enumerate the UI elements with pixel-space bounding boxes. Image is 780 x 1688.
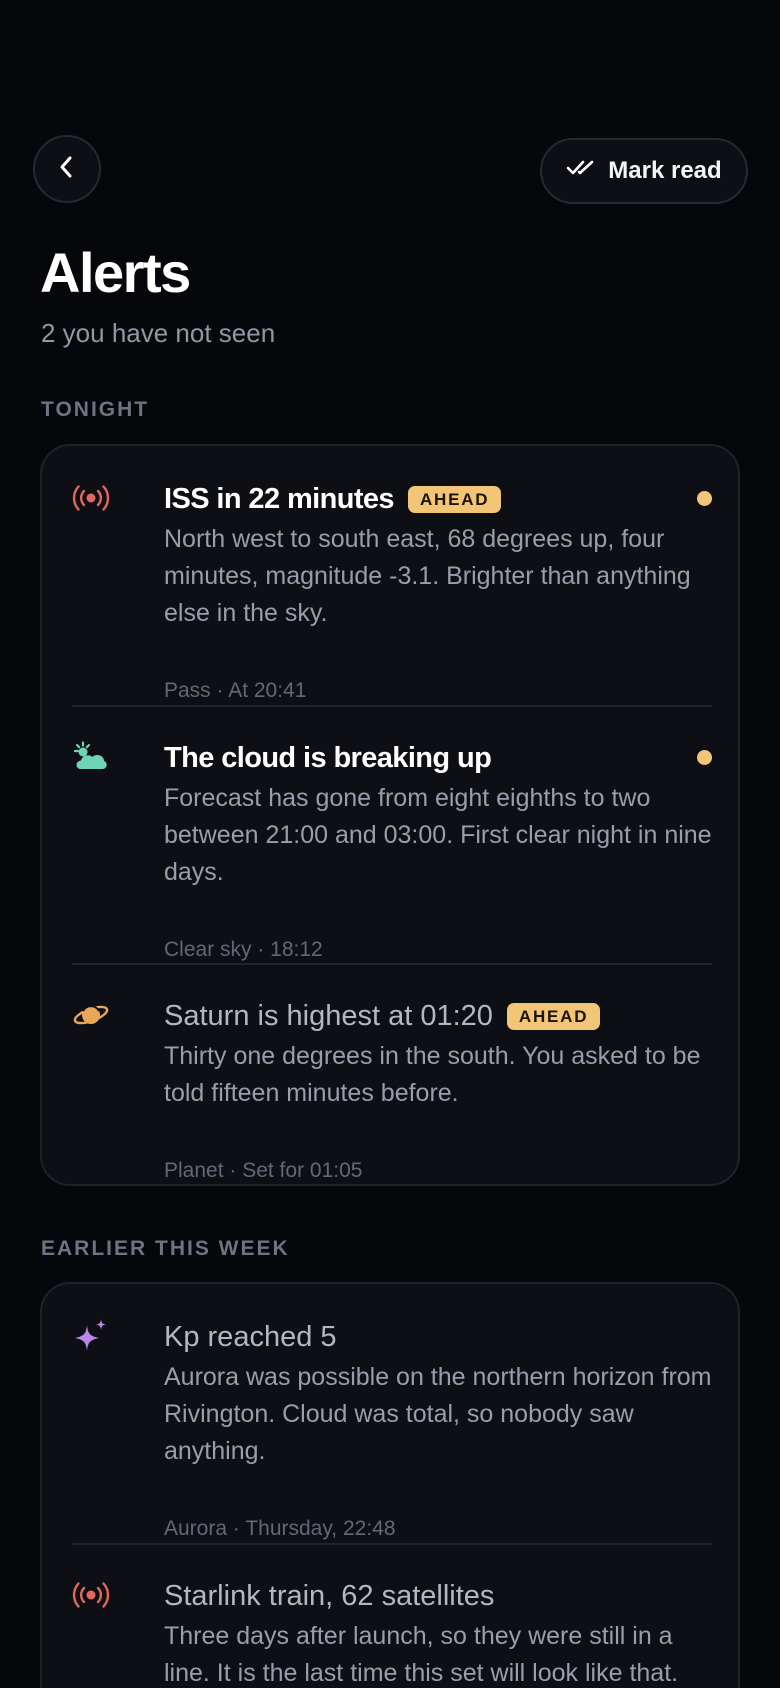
alert-body: Three days after launch, so they were st… (164, 1622, 679, 1687)
unread-dot (697, 491, 712, 506)
alert-item[interactable]: ISS in 22 minutes AHEAD North west to so… (72, 479, 712, 702)
sparkle-icon (72, 1317, 110, 1355)
alert-title: Kp reached 5 (164, 1321, 337, 1353)
alerts-card-tonight: ISS in 22 minutes AHEAD North west to so… (40, 444, 740, 1186)
cloud-sun-icon (72, 738, 110, 776)
chevron-left-icon (54, 154, 80, 185)
alerts-card-earlier: Kp reached 5 Aurora was possible on the … (40, 1282, 740, 1688)
unread-dot (697, 750, 712, 765)
alert-title: The cloud is breaking up (164, 742, 492, 774)
alert-item[interactable]: The cloud is breaking up Forecast has go… (72, 738, 712, 961)
status-badge: AHEAD (407, 485, 502, 513)
mark-read-label: Mark read (608, 157, 722, 184)
alert-item[interactable]: Starlink train, 62 satellites Three days… (72, 1576, 710, 1688)
section-label-earlier: EARLIER THIS WEEK (41, 1237, 290, 1260)
alert-body: Aurora was possible on the northern hori… (164, 1363, 712, 1465)
back-button[interactable] (33, 135, 101, 203)
alert-body: Thirty one degrees in the south. You ask… (164, 1042, 701, 1107)
broadcast-icon (72, 1576, 110, 1614)
status-badge: AHEAD (506, 1002, 601, 1030)
page-title: Alerts (40, 241, 191, 304)
alert-meta: Clear sky · 18:12 (164, 938, 323, 961)
divider (72, 1543, 712, 1545)
unseen-count: 2 you have not seen (41, 318, 276, 348)
alert-item[interactable]: Saturn is highest at 01:20 AHEAD Thirty … (72, 996, 710, 1182)
divider (72, 705, 712, 707)
top-bar: Mark read (0, 0, 780, 260)
planet-icon (72, 996, 110, 1034)
alert-meta: Pass · At 20:41 (164, 679, 307, 702)
broadcast-icon (72, 479, 110, 517)
alert-body: North west to south east, 68 degrees up,… (164, 525, 691, 627)
alert-title: ISS in 22 minutes (164, 483, 395, 515)
alert-body: Forecast has gone from eight eighths to … (164, 784, 712, 886)
section-label-tonight: TONIGHT (41, 398, 150, 421)
double-check-icon (566, 157, 596, 185)
divider (72, 963, 712, 965)
mark-read-button[interactable]: Mark read (540, 138, 748, 204)
alert-meta: Aurora · Thursday, 22:48 (164, 1517, 396, 1540)
alert-title: Saturn is highest at 01:20 (164, 1000, 493, 1032)
alert-meta: Planet · Set for 01:05 (164, 1159, 363, 1182)
alert-item[interactable]: Kp reached 5 Aurora was possible on the … (72, 1317, 712, 1540)
alert-title: Starlink train, 62 satellites (164, 1580, 495, 1612)
